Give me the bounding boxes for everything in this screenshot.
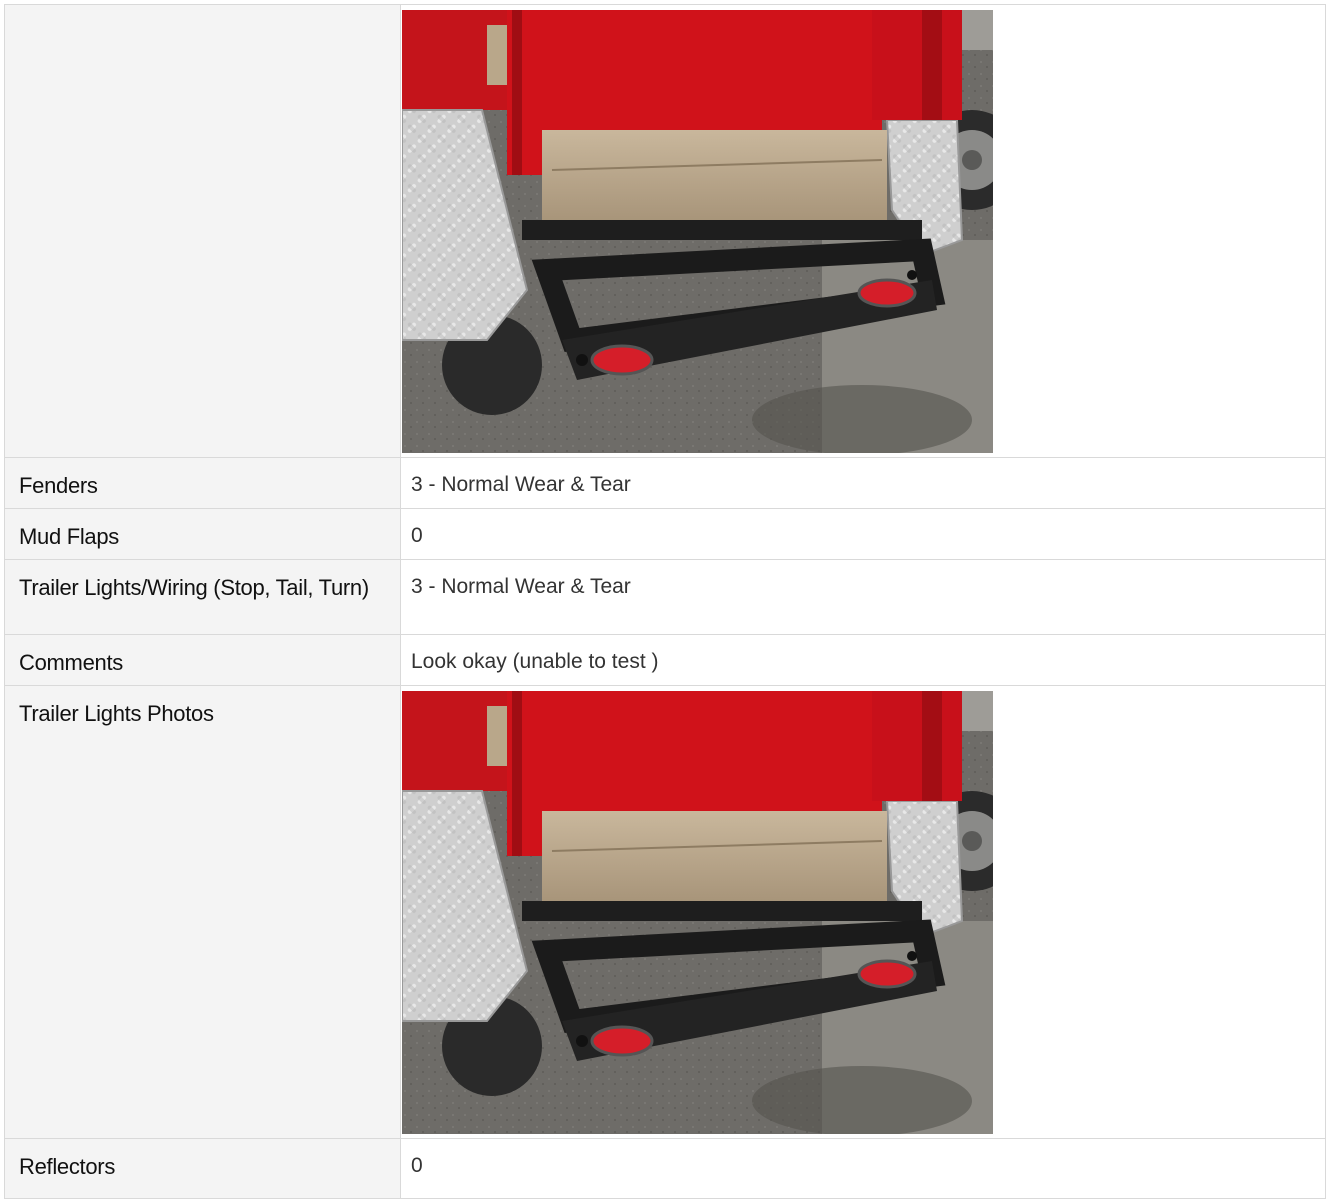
trailer-lights-photo[interactable] (402, 691, 993, 1134)
row-label (4, 4, 401, 458)
table-row (4, 4, 1326, 458)
photo-cell (400, 685, 1326, 1139)
table-row: Mud Flaps 0 (4, 508, 1326, 560)
comments-label: Comments (4, 634, 401, 686)
table-row: Fenders 3 - Normal Wear & Tear (4, 457, 1326, 509)
trailer-lights-photos-label: Trailer Lights Photos (4, 685, 401, 1139)
table-row: Reflectors 0 (4, 1138, 1326, 1199)
comments-value: Look okay (unable to test ) (400, 634, 1326, 686)
fenders-label: Fenders (4, 457, 401, 509)
reflectors-value: 0 (400, 1138, 1326, 1199)
mud-flaps-label: Mud Flaps (4, 508, 401, 560)
photo-cell (400, 4, 1326, 458)
mud-flaps-value: 0 (400, 508, 1326, 560)
reflectors-label: Reflectors (4, 1138, 401, 1199)
trailer-photo[interactable] (402, 10, 993, 453)
table-row: Trailer Lights Photos (4, 685, 1326, 1139)
trailer-lights-wiring-value: 3 - Normal Wear & Tear (400, 559, 1326, 635)
table-row: Trailer Lights/Wiring (Stop, Tail, Turn)… (4, 559, 1326, 635)
inspection-table: Fenders 3 - Normal Wear & Tear Mud Flaps… (4, 4, 1326, 1199)
fenders-value: 3 - Normal Wear & Tear (400, 457, 1326, 509)
trailer-lights-wiring-label: Trailer Lights/Wiring (Stop, Tail, Turn) (4, 559, 401, 635)
table-row: Comments Look okay (unable to test ) (4, 634, 1326, 686)
